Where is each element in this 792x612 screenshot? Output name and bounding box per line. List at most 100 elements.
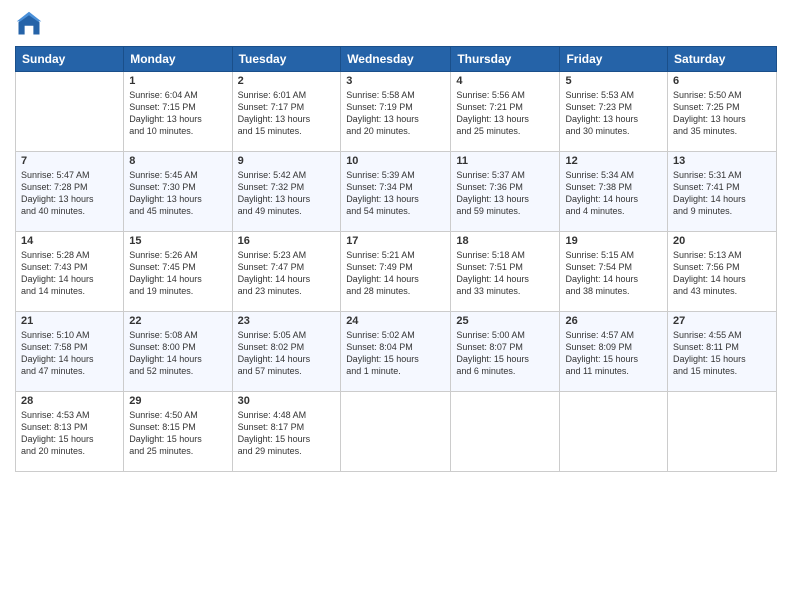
calendar-cell <box>560 392 668 472</box>
day-info: Sunrise: 5:26 AM Sunset: 7:45 PM Dayligh… <box>129 249 226 298</box>
day-info: Sunrise: 5:00 AM Sunset: 8:07 PM Dayligh… <box>456 329 554 378</box>
weekday-header-thursday: Thursday <box>451 47 560 72</box>
day-number: 12 <box>565 155 662 167</box>
day-number: 14 <box>21 235 118 247</box>
day-info: Sunrise: 4:55 AM Sunset: 8:11 PM Dayligh… <box>673 329 771 378</box>
day-number: 27 <box>673 315 771 327</box>
day-info: Sunrise: 5:23 AM Sunset: 7:47 PM Dayligh… <box>238 249 336 298</box>
day-number: 21 <box>21 315 118 327</box>
calendar-cell: 17 Sunrise: 5:21 AM Sunset: 7:49 PM Dayli… <box>341 232 451 312</box>
logo <box>15 10 47 38</box>
day-number: 30 <box>238 395 336 407</box>
day-number: 28 <box>21 395 118 407</box>
calendar-cell: 3Sunrise: 5:58 AM Sunset: 7:19 PM Daylig… <box>341 72 451 152</box>
day-number: 4 <box>456 75 554 87</box>
day-info: Sunrise: 5:13 AM Sunset: 7:56 PM Dayligh… <box>673 249 771 298</box>
week-row-3: 14 Sunrise: 5:28 AM Sunset: 7:43 PM Dayli… <box>16 232 777 312</box>
weekday-header-monday: Monday <box>124 47 232 72</box>
calendar-cell: 21 Sunrise: 5:10 AM Sunset: 7:58 PM Dayli… <box>16 312 124 392</box>
day-number: 10 <box>346 155 445 167</box>
day-info: Sunrise: 5:21 AM Sunset: 7:49 PM Dayligh… <box>346 249 445 298</box>
weekday-header-wednesday: Wednesday <box>341 47 451 72</box>
day-number: 17 <box>346 235 445 247</box>
day-info: Sunrise: 4:48 AM Sunset: 8:17 PM Dayligh… <box>238 409 336 458</box>
calendar-cell: 14 Sunrise: 5:28 AM Sunset: 7:43 PM Dayli… <box>16 232 124 312</box>
day-number: 16 <box>238 235 336 247</box>
day-info: Sunrise: 5:56 AM Sunset: 7:21 PM Dayligh… <box>456 89 554 138</box>
calendar-cell <box>341 392 451 472</box>
header <box>15 10 777 38</box>
week-row-4: 21 Sunrise: 5:10 AM Sunset: 7:58 PM Dayli… <box>16 312 777 392</box>
day-number: 24 <box>346 315 445 327</box>
calendar-cell: 18 Sunrise: 5:18 AM Sunset: 7:51 PM Dayli… <box>451 232 560 312</box>
day-number: 22 <box>129 315 226 327</box>
day-info: Sunrise: 5:45 AM Sunset: 7:30 PM Dayligh… <box>129 169 226 218</box>
calendar-cell: 2 Sunrise: 6:01 AM Sunset: 7:17 PM Daylig… <box>232 72 341 152</box>
calendar-cell: 10Sunrise: 5:39 AM Sunset: 7:34 PM Dayli… <box>341 152 451 232</box>
calendar-cell: 1 Sunrise: 6:04 AM Sunset: 7:15 PM Daylig… <box>124 72 232 152</box>
calendar-cell: 24Sunrise: 5:02 AM Sunset: 8:04 PM Dayli… <box>341 312 451 392</box>
calendar-body: 1 Sunrise: 6:04 AM Sunset: 7:15 PM Daylig… <box>16 72 777 472</box>
day-info: Sunrise: 5:28 AM Sunset: 7:43 PM Dayligh… <box>21 249 118 298</box>
calendar: SundayMondayTuesdayWednesdayThursdayFrid… <box>15 46 777 472</box>
day-number: 25 <box>456 315 554 327</box>
calendar-cell: 4 Sunrise: 5:56 AM Sunset: 7:21 PM Daylig… <box>451 72 560 152</box>
day-number: 8 <box>129 155 226 167</box>
day-number: 7 <box>21 155 118 167</box>
day-info: Sunrise: 5:08 AM Sunset: 8:00 PM Dayligh… <box>129 329 226 378</box>
day-info: Sunrise: 5:15 AM Sunset: 7:54 PM Dayligh… <box>565 249 662 298</box>
weekday-header-friday: Friday <box>560 47 668 72</box>
calendar-cell: 15 Sunrise: 5:26 AM Sunset: 7:45 PM Dayli… <box>124 232 232 312</box>
day-info: Sunrise: 6:04 AM Sunset: 7:15 PM Dayligh… <box>129 89 226 138</box>
day-info: Sunrise: 5:10 AM Sunset: 7:58 PM Dayligh… <box>21 329 118 378</box>
calendar-cell <box>451 392 560 472</box>
calendar-cell: 11Sunrise: 5:37 AM Sunset: 7:36 PM Dayli… <box>451 152 560 232</box>
day-number: 5 <box>565 75 662 87</box>
calendar-cell <box>16 72 124 152</box>
page: SundayMondayTuesdayWednesdayThursdayFrid… <box>0 0 792 612</box>
day-info: Sunrise: 4:53 AM Sunset: 8:13 PM Dayligh… <box>21 409 118 458</box>
day-info: Sunrise: 5:47 AM Sunset: 7:28 PM Dayligh… <box>21 169 118 218</box>
calendar-cell: 6Sunrise: 5:50 AM Sunset: 7:25 PM Daylig… <box>668 72 777 152</box>
calendar-cell: 9 Sunrise: 5:42 AM Sunset: 7:32 PM Daylig… <box>232 152 341 232</box>
calendar-cell: 20 Sunrise: 5:13 AM Sunset: 7:56 PM Dayli… <box>668 232 777 312</box>
day-number: 9 <box>238 155 336 167</box>
day-number: 11 <box>456 155 554 167</box>
logo-icon <box>15 10 43 38</box>
day-number: 13 <box>673 155 771 167</box>
day-info: Sunrise: 4:57 AM Sunset: 8:09 PM Dayligh… <box>565 329 662 378</box>
day-number: 18 <box>456 235 554 247</box>
day-number: 19 <box>565 235 662 247</box>
day-number: 6 <box>673 75 771 87</box>
day-number: 23 <box>238 315 336 327</box>
day-number: 2 <box>238 75 336 87</box>
calendar-cell: 25 Sunrise: 5:00 AM Sunset: 8:07 PM Dayli… <box>451 312 560 392</box>
calendar-cell: 16 Sunrise: 5:23 AM Sunset: 7:47 PM Dayli… <box>232 232 341 312</box>
calendar-cell: 12 Sunrise: 5:34 AM Sunset: 7:38 PM Dayli… <box>560 152 668 232</box>
day-number: 20 <box>673 235 771 247</box>
week-row-5: 28 Sunrise: 4:53 AM Sunset: 8:13 PM Dayli… <box>16 392 777 472</box>
day-info: Sunrise: 5:34 AM Sunset: 7:38 PM Dayligh… <box>565 169 662 218</box>
week-row-2: 7 Sunrise: 5:47 AM Sunset: 7:28 PM Daylig… <box>16 152 777 232</box>
day-info: Sunrise: 5:58 AM Sunset: 7:19 PM Dayligh… <box>346 89 445 138</box>
day-number: 26 <box>565 315 662 327</box>
calendar-cell: 8 Sunrise: 5:45 AM Sunset: 7:30 PM Daylig… <box>124 152 232 232</box>
day-number: 29 <box>129 395 226 407</box>
calendar-cell: 26 Sunrise: 4:57 AM Sunset: 8:09 PM Dayli… <box>560 312 668 392</box>
day-info: Sunrise: 5:18 AM Sunset: 7:51 PM Dayligh… <box>456 249 554 298</box>
day-number: 1 <box>129 75 226 87</box>
day-info: Sunrise: 5:05 AM Sunset: 8:02 PM Dayligh… <box>238 329 336 378</box>
day-info: Sunrise: 4:50 AM Sunset: 8:15 PM Dayligh… <box>129 409 226 458</box>
calendar-cell: 7 Sunrise: 5:47 AM Sunset: 7:28 PM Daylig… <box>16 152 124 232</box>
weekday-header-tuesday: Tuesday <box>232 47 341 72</box>
day-info: Sunrise: 6:01 AM Sunset: 7:17 PM Dayligh… <box>238 89 336 138</box>
day-number: 15 <box>129 235 226 247</box>
day-info: Sunrise: 5:53 AM Sunset: 7:23 PM Dayligh… <box>565 89 662 138</box>
calendar-cell: 30 Sunrise: 4:48 AM Sunset: 8:17 PM Dayli… <box>232 392 341 472</box>
day-info: Sunrise: 5:42 AM Sunset: 7:32 PM Dayligh… <box>238 169 336 218</box>
weekday-header-saturday: Saturday <box>668 47 777 72</box>
calendar-cell: 27 Sunrise: 4:55 AM Sunset: 8:11 PM Dayli… <box>668 312 777 392</box>
calendar-header: SundayMondayTuesdayWednesdayThursdayFrid… <box>16 47 777 72</box>
weekday-row: SundayMondayTuesdayWednesdayThursdayFrid… <box>16 47 777 72</box>
day-info: Sunrise: 5:31 AM Sunset: 7:41 PM Dayligh… <box>673 169 771 218</box>
